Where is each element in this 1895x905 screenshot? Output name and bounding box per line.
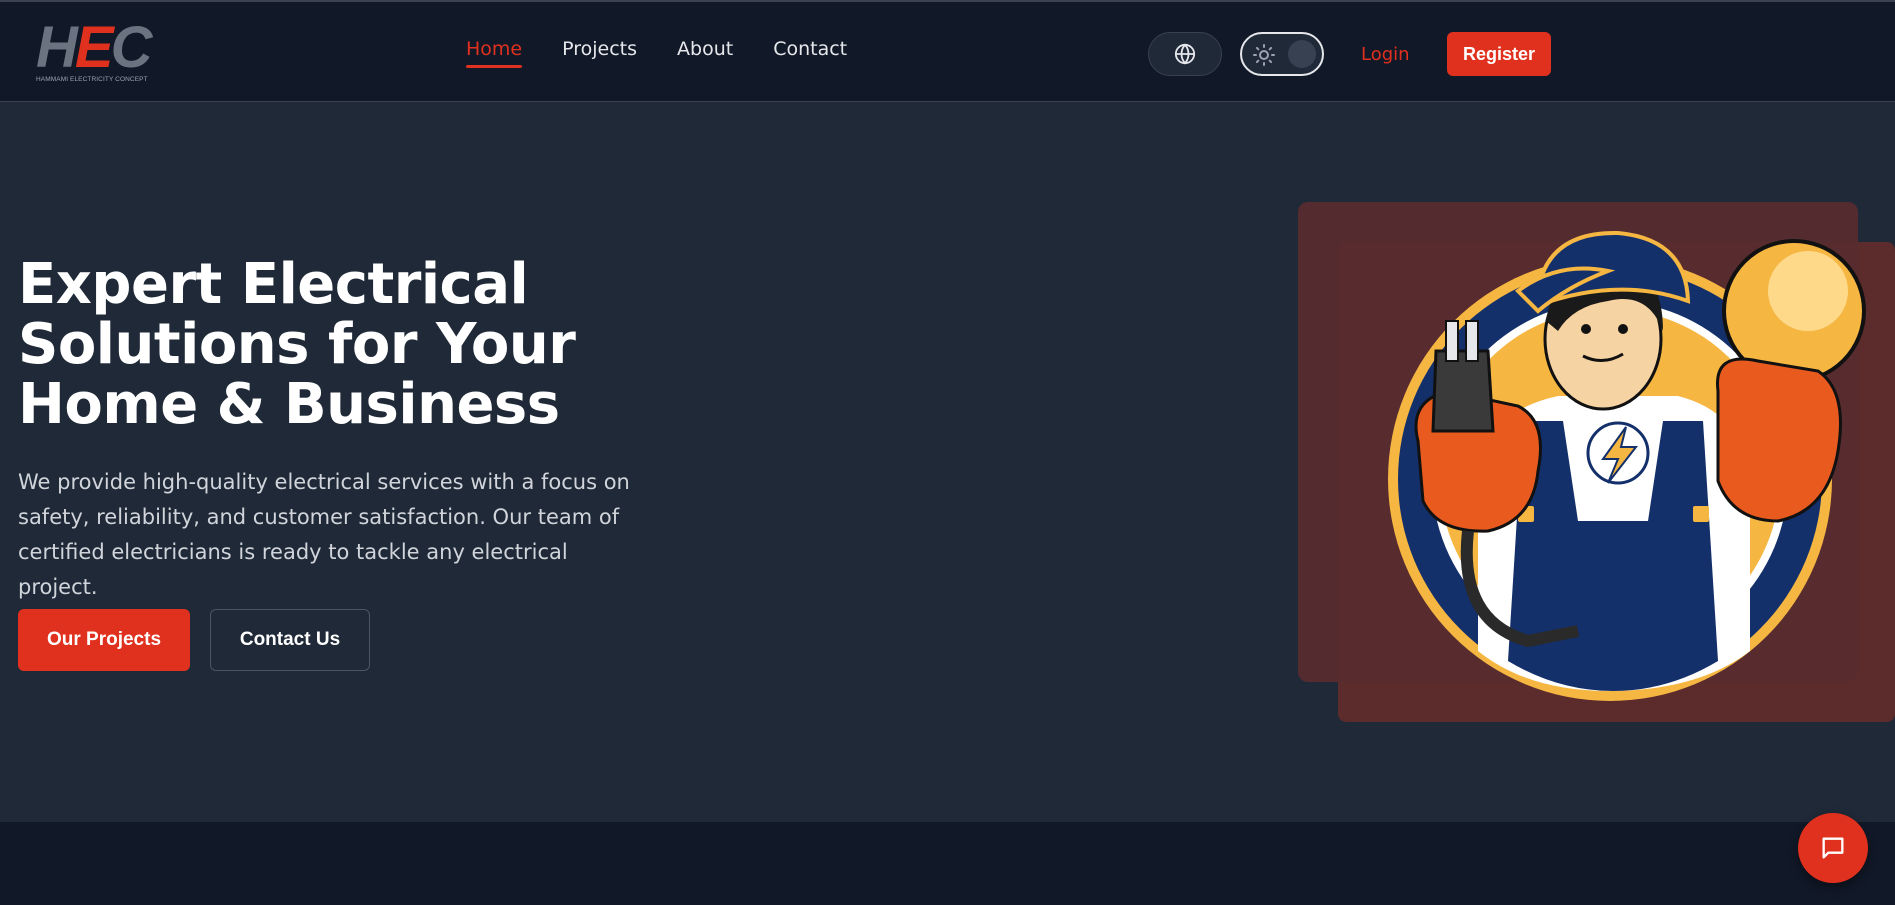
logo-letter-c: C <box>110 15 153 80</box>
login-link[interactable]: Login <box>1361 44 1410 65</box>
logo-mark: HEC <box>36 19 160 77</box>
footer-strip <box>0 822 1895 905</box>
hero-title: Expert Electrical Solutions for Your Hom… <box>18 252 576 437</box>
theme-toggle[interactable] <box>1240 32 1324 76</box>
sun-icon <box>1253 44 1275 66</box>
toggle-knob <box>1288 40 1316 68</box>
nav-link-about[interactable]: About <box>677 38 733 68</box>
language-button[interactable] <box>1148 32 1222 76</box>
chat-button[interactable] <box>1798 813 1868 883</box>
nav-link-contact[interactable]: Contact <box>773 38 847 68</box>
logo-subtitle: HAMMAMI ELECTRICITY CONCEPT <box>36 76 148 83</box>
main-nav: Home Projects About Contact <box>466 38 847 68</box>
chat-bubble-icon <box>1822 837 1844 859</box>
logo-letter-e: E <box>74 15 114 80</box>
navbar: HEC HAMMAMI ELECTRICITY CONCEPT Home Pro… <box>0 0 1895 102</box>
globe-icon <box>1174 43 1196 65</box>
hero-description: We provide high-quality electrical servi… <box>18 470 630 599</box>
electrician-mascot-image <box>1388 230 1866 701</box>
brand-logo[interactable]: HEC HAMMAMI ELECTRICITY CONCEPT <box>36 19 160 84</box>
hero-section: Expert Electrical Solutions for Your Hom… <box>0 103 1895 822</box>
our-projects-button[interactable]: Our Projects <box>18 609 190 671</box>
contact-us-button[interactable]: Contact Us <box>210 609 370 671</box>
logo-letter-h: H <box>36 15 78 80</box>
nav-link-home[interactable]: Home <box>466 38 523 68</box>
register-button[interactable]: Register <box>1447 32 1551 76</box>
nav-link-projects[interactable]: Projects <box>562 38 637 68</box>
